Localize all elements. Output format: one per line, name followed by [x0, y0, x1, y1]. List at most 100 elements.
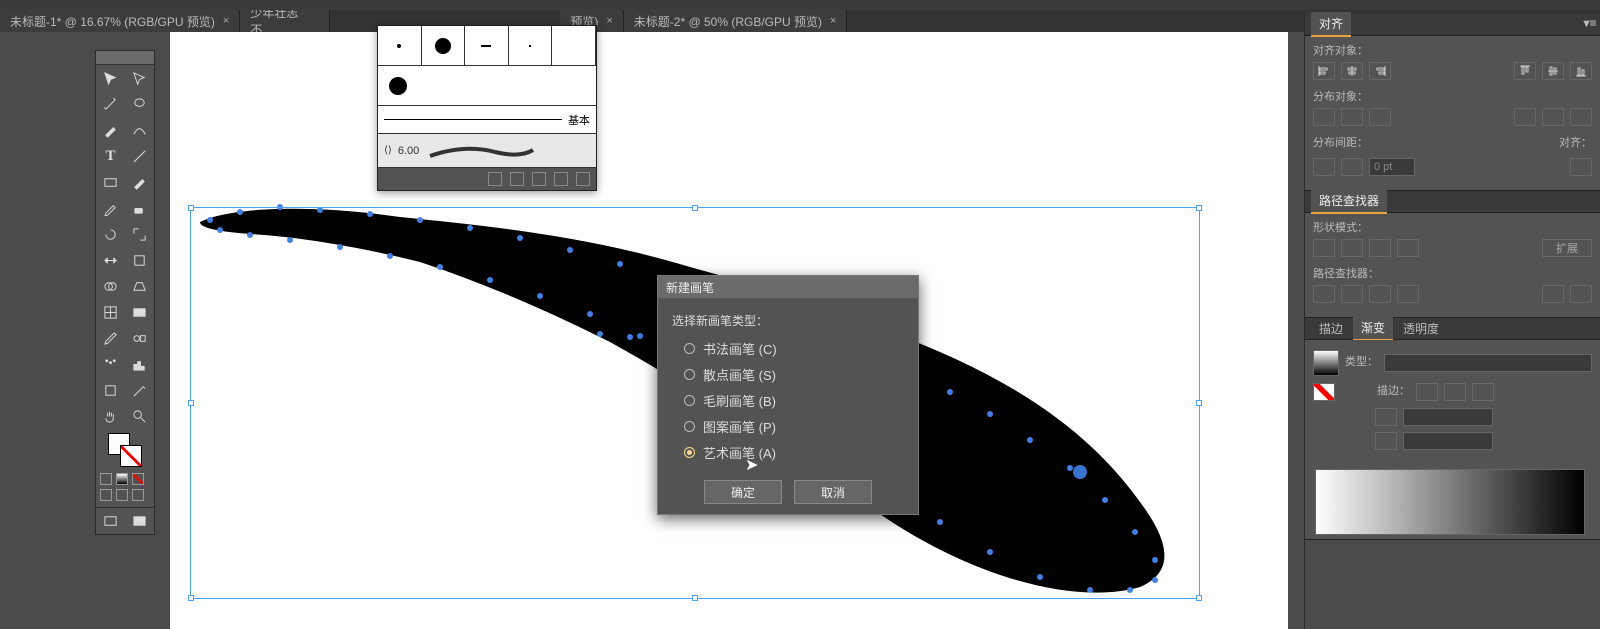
gradient-mode-icon[interactable]: [116, 473, 128, 485]
crop-icon[interactable]: [1397, 285, 1419, 303]
minus-back-icon[interactable]: [1570, 285, 1592, 303]
delete-brush-icon[interactable]: [576, 172, 590, 186]
rotate-tool[interactable]: [96, 221, 125, 247]
close-icon[interactable]: ×: [223, 15, 229, 27]
dist-left-icon[interactable]: [1514, 108, 1536, 126]
spacing-input[interactable]: 0 pt: [1369, 158, 1415, 176]
brush-libraries-icon[interactable]: [488, 172, 502, 186]
new-brush-icon[interactable]: [554, 172, 568, 186]
align-left-icon[interactable]: [1313, 62, 1335, 80]
align-bottom-icon[interactable]: [1570, 62, 1592, 80]
rectangle-tool[interactable]: [96, 169, 125, 195]
hand-tool[interactable]: [96, 403, 125, 429]
color-mode-icon[interactable]: [100, 473, 112, 485]
merge-icon[interactable]: [1369, 285, 1391, 303]
divide-icon[interactable]: [1313, 285, 1335, 303]
screen-mode-icon[interactable]: [96, 508, 125, 534]
cancel-button[interactable]: 取消: [794, 480, 872, 504]
draw-inside-icon[interactable]: [132, 489, 144, 501]
width-tool[interactable]: [96, 247, 125, 273]
close-icon[interactable]: ×: [830, 15, 836, 27]
gradient-preview[interactable]: [1313, 350, 1339, 376]
pen-tool[interactable]: [96, 117, 125, 143]
tab-transparency[interactable]: 透明度: [1395, 317, 1447, 340]
mesh-tool[interactable]: [96, 299, 125, 325]
stroke-apply2-icon[interactable]: [1444, 383, 1466, 401]
minus-front-icon[interactable]: [1341, 239, 1363, 257]
change-screen-icon[interactable]: [125, 508, 154, 534]
dist-right-icon[interactable]: [1570, 108, 1592, 126]
dist-vcenter-icon[interactable]: [1341, 108, 1363, 126]
blend-tool[interactable]: [125, 325, 154, 351]
none-mode-icon[interactable]: [132, 473, 144, 485]
align-to-selection-icon[interactable]: [1570, 158, 1592, 176]
free-transform-tool[interactable]: [125, 247, 154, 273]
dist-hspace-icon[interactable]: [1341, 158, 1363, 176]
dist-bottom-icon[interactable]: [1369, 108, 1391, 126]
brush-preset-3[interactable]: [465, 26, 509, 65]
ok-button[interactable]: 确定: [704, 480, 782, 504]
perspective-grid-tool[interactable]: [125, 273, 154, 299]
align-top-icon[interactable]: [1514, 62, 1536, 80]
symbol-sprayer-tool[interactable]: [96, 351, 125, 377]
artboard-tool[interactable]: [96, 377, 125, 403]
stroke-swatch[interactable]: [120, 445, 142, 467]
magic-wand-tool[interactable]: [96, 91, 125, 117]
column-graph-tool[interactable]: [125, 351, 154, 377]
option-art[interactable]: 艺术画笔 (A): [684, 443, 904, 462]
intersect-icon[interactable]: [1369, 239, 1391, 257]
paintbrush-tool[interactable]: [125, 169, 154, 195]
zoom-tool[interactable]: [125, 403, 154, 429]
fill-stroke-swatches[interactable]: [108, 433, 142, 467]
close-icon[interactable]: ×: [606, 15, 612, 27]
outline-icon[interactable]: [1542, 285, 1564, 303]
selection-tool[interactable]: [96, 65, 125, 91]
line-tool[interactable]: [125, 143, 154, 169]
flyout-icon[interactable]: ▾≡: [1582, 16, 1598, 30]
align-right-icon[interactable]: [1369, 62, 1391, 80]
brushes-panel[interactable]: 基本 ⟨⟩ 6.00: [377, 25, 597, 191]
eyedropper-tool[interactable]: [96, 325, 125, 351]
brush-preset-4[interactable]: [509, 26, 553, 65]
gradient-angle-select[interactable]: [1403, 408, 1493, 426]
option-scatter[interactable]: 散点画笔 (S): [684, 365, 904, 384]
option-calligraphic[interactable]: 书法画笔 (C): [684, 339, 904, 358]
tab-stroke[interactable]: 描边: [1311, 317, 1351, 340]
gradient-aspect-select[interactable]: [1403, 432, 1493, 450]
option-pattern[interactable]: 图案画笔 (P): [684, 417, 904, 436]
trim-icon[interactable]: [1341, 285, 1363, 303]
tab-doc2[interactable]: 少年壮志不...: [240, 10, 330, 32]
eraser-tool[interactable]: [125, 195, 154, 221]
dist-hcenter-icon[interactable]: [1542, 108, 1564, 126]
tab-pathfinder[interactable]: 路径查找器: [1311, 189, 1387, 214]
curvature-tool[interactable]: [125, 117, 154, 143]
tab-align[interactable]: 对齐: [1311, 12, 1351, 37]
brush-options-icon[interactable]: [532, 172, 546, 186]
remove-stroke-icon[interactable]: [510, 172, 524, 186]
brush-preset-1[interactable]: [378, 26, 422, 65]
gradient-type-select[interactable]: [1384, 354, 1592, 372]
stroke-apply3-icon[interactable]: [1472, 383, 1494, 401]
unite-icon[interactable]: [1313, 239, 1335, 257]
aspect-icon[interactable]: [1375, 432, 1397, 450]
type-tool[interactable]: T: [96, 143, 125, 169]
exclude-icon[interactable]: [1397, 239, 1419, 257]
slice-tool[interactable]: [125, 377, 154, 403]
draw-normal-icon[interactable]: [100, 489, 112, 501]
tab-gradient[interactable]: 渐变: [1353, 316, 1393, 341]
scale-tool[interactable]: [125, 221, 154, 247]
shape-builder-tool[interactable]: [96, 273, 125, 299]
gradient-swatch-icon[interactable]: [1313, 383, 1335, 401]
dist-top-icon[interactable]: [1313, 108, 1335, 126]
lasso-tool[interactable]: [125, 91, 154, 117]
pencil-tool[interactable]: [96, 195, 125, 221]
align-vcenter-icon[interactable]: [1542, 62, 1564, 80]
gradient-ramp[interactable]: [1315, 469, 1585, 535]
dist-vspace-icon[interactable]: [1313, 158, 1335, 176]
gradient-tool[interactable]: [125, 299, 154, 325]
tab-doc1[interactable]: 未标题-1* @ 16.67% (RGB/GPU 预览) ×: [0, 10, 240, 32]
align-hcenter-icon[interactable]: [1341, 62, 1363, 80]
brush-preset-2[interactable]: [422, 26, 466, 65]
tab-doc4[interactable]: 未标题-2* @ 50% (RGB/GPU 预览) ×: [624, 10, 848, 32]
direct-selection-tool[interactable]: [125, 65, 154, 91]
